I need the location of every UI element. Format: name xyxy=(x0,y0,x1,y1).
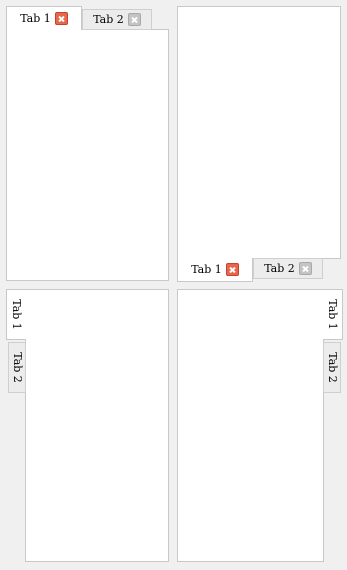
tab-panel-left: Tab 1 Tab 2 xyxy=(0,285,173,570)
tab-2[interactable]: Tab 2 xyxy=(323,342,341,393)
tab-panel-bottom: Tab 1 Tab 2 xyxy=(173,0,347,285)
tab-2[interactable]: Tab 2 xyxy=(8,342,26,393)
close-icon[interactable] xyxy=(127,13,141,26)
tab-1[interactable]: Tab 1 xyxy=(323,289,343,340)
tab-label: Tab 1 xyxy=(191,263,222,276)
tab-label: Tab 1 xyxy=(326,299,340,330)
tab-label: Tab 2 xyxy=(10,352,24,383)
tab-content xyxy=(177,6,341,259)
tab-1[interactable]: Tab 1 xyxy=(177,258,253,282)
tab-panel-right: Tab 1 Tab 2 xyxy=(173,285,347,570)
tab-label: Tab 2 xyxy=(93,13,124,26)
close-icon[interactable] xyxy=(54,12,68,25)
tab-label: Tab 1 xyxy=(20,12,51,25)
close-icon[interactable] xyxy=(225,263,239,276)
tab-panel-top: Tab 1 Tab 2 xyxy=(0,0,173,285)
tab-content xyxy=(25,289,169,562)
tab-label: Tab 1 xyxy=(10,299,24,330)
tab-content xyxy=(6,29,169,281)
close-icon[interactable] xyxy=(298,262,312,275)
tab-2[interactable]: Tab 2 xyxy=(253,258,323,279)
tab-1[interactable]: Tab 1 xyxy=(6,289,26,340)
tab-content xyxy=(177,289,324,562)
tab-1[interactable]: Tab 1 xyxy=(6,6,82,30)
tab-2[interactable]: Tab 2 xyxy=(82,9,152,30)
tab-label: Tab 2 xyxy=(264,262,295,275)
tab-label: Tab 2 xyxy=(325,352,339,383)
